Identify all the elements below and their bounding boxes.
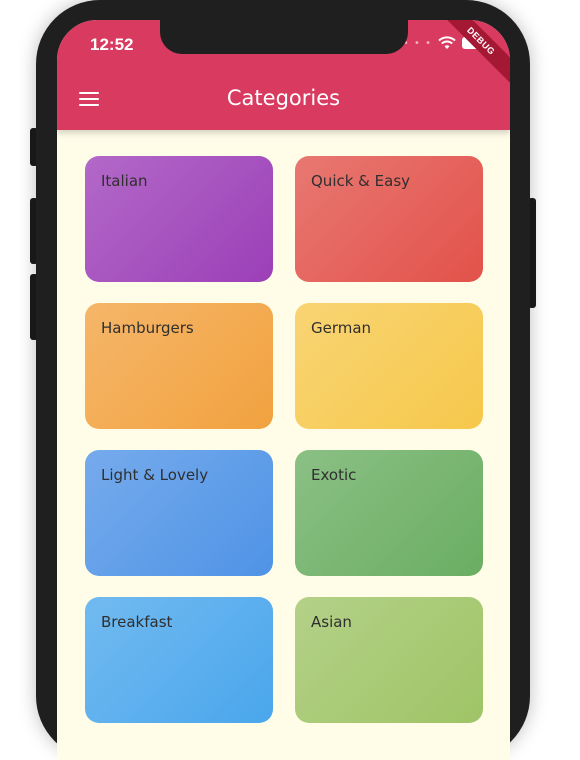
- category-card[interactable]: Italian: [85, 156, 273, 282]
- category-card[interactable]: Exotic: [295, 450, 483, 576]
- category-card-title: German: [311, 319, 372, 337]
- category-card[interactable]: Breakfast: [85, 597, 273, 723]
- category-card-title: Italian: [101, 172, 148, 190]
- category-card[interactable]: Hamburgers: [85, 303, 273, 429]
- category-card-title: Exotic: [311, 466, 357, 484]
- category-card[interactable]: Quick & Easy: [295, 156, 483, 282]
- category-grid: Italian Quick & Easy Hamburgers German Light…: [85, 156, 483, 723]
- page-title: Categories: [226, 86, 341, 110]
- phone-notch: [160, 20, 408, 54]
- app-screen: 12:52 • • • • DEBUG Categories Italian Qu…: [57, 20, 510, 760]
- category-card[interactable]: Asian: [295, 597, 483, 723]
- category-card[interactable]: Light & Lovely: [85, 450, 273, 576]
- category-card[interactable]: German: [295, 303, 483, 429]
- category-card-title: Quick & Easy: [311, 172, 411, 190]
- category-card-title: Light & Lovely: [101, 466, 209, 484]
- debug-banner: DEBUG: [435, 20, 510, 87]
- category-card-title: Asian: [311, 613, 352, 631]
- wifi-icon: [438, 36, 456, 49]
- category-card-title: Hamburgers: [101, 319, 194, 337]
- status-time: 12:52: [90, 35, 134, 54]
- category-card-title: Breakfast: [101, 613, 173, 631]
